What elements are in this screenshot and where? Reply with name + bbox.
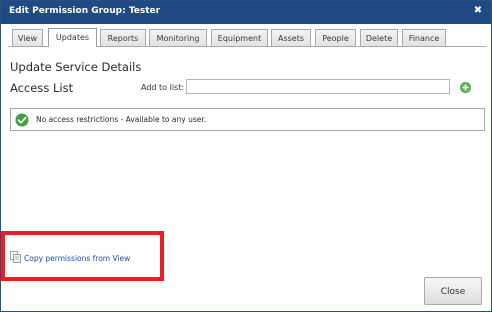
tab-equipment[interactable]: Equipment xyxy=(211,29,268,46)
tab-monitoring[interactable]: Monitoring xyxy=(149,29,207,46)
page-heading: Update Service Details xyxy=(10,60,142,74)
add-icon[interactable] xyxy=(460,82,471,93)
status-message: No access restrictions - Available to an… xyxy=(36,115,207,124)
add-to-list-label: Add to list: xyxy=(141,83,185,92)
close-icon[interactable]: ✖ xyxy=(471,4,485,18)
tab-view[interactable]: View xyxy=(12,29,43,46)
edit-permission-dialog: Edit Permission Group: Tester ✖ View Upd… xyxy=(0,0,492,312)
access-status-box: No access restrictions - Available to an… xyxy=(10,108,485,131)
copy-permissions-label[interactable]: Copy permissions from View xyxy=(24,254,130,263)
tab-bar: View Updates Reports Monitoring Equipmen… xyxy=(8,28,486,47)
checkmark-icon xyxy=(15,113,29,127)
tab-finance[interactable]: Finance xyxy=(402,29,446,46)
tab-assets[interactable]: Assets xyxy=(271,29,311,46)
dialog-titlebar: Edit Permission Group: Tester ✖ xyxy=(1,1,491,24)
tab-reports[interactable]: Reports xyxy=(100,29,146,46)
access-list-heading: Access List xyxy=(10,81,74,95)
tab-people[interactable]: People xyxy=(315,29,356,46)
close-button[interactable]: Close xyxy=(424,277,482,305)
copy-icon xyxy=(10,251,21,263)
tab-delete[interactable]: Delete xyxy=(360,29,398,46)
add-to-list-input[interactable] xyxy=(186,79,450,94)
tab-updates[interactable]: Updates xyxy=(48,28,97,47)
dialog-title: Edit Permission Group: Tester xyxy=(9,6,161,16)
